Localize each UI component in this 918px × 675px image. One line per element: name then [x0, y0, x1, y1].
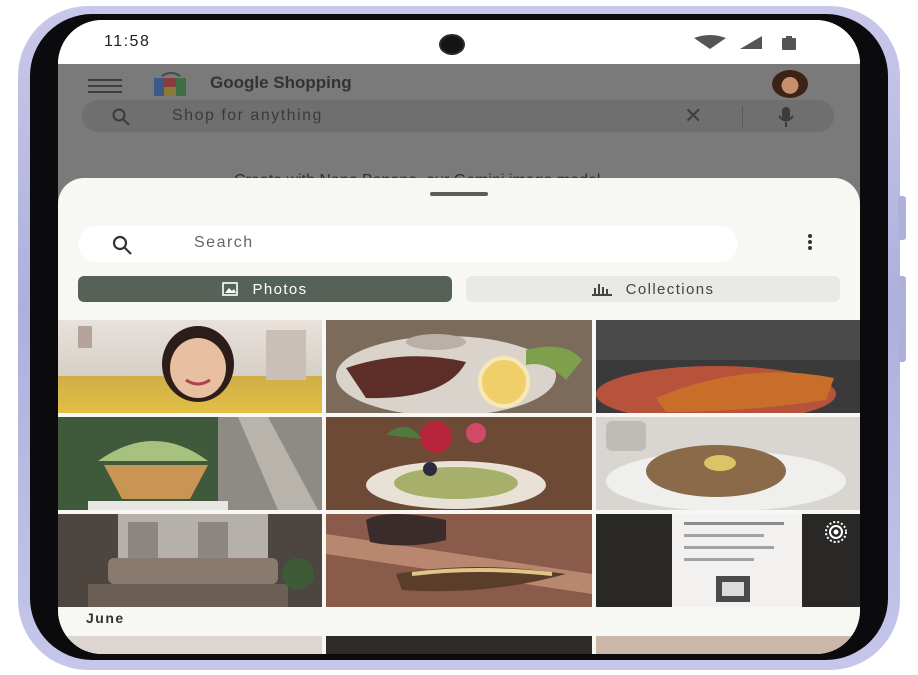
- search-icon: [112, 108, 130, 126]
- corn-image: [596, 320, 860, 413]
- living-room-image: [88, 514, 314, 607]
- live-photo-icon: [825, 521, 847, 543]
- phone-side-button: [898, 276, 906, 362]
- photo-icon: [222, 282, 239, 296]
- bagel-image: [606, 421, 846, 510]
- google-shopping-logo-icon: [154, 72, 186, 96]
- tab-collections-label: Collections: [625, 280, 715, 298]
- shop-search-bar[interactable]: Shop for anything ✕: [82, 100, 834, 132]
- photo-search-bar[interactable]: Search: [78, 226, 738, 262]
- tab-collections[interactable]: Collections: [466, 276, 840, 302]
- collections-icon: [591, 284, 612, 296]
- status-bar: 11:58: [58, 20, 860, 64]
- photo-thumbnail-partial[interactable]: [58, 636, 322, 654]
- salad-image: [366, 421, 546, 509]
- photo-thumbnail-partial[interactable]: [326, 636, 592, 654]
- photo-thumbnail-corn[interactable]: [596, 320, 860, 413]
- app-title: Google Shopping: [210, 73, 352, 92]
- shop-search-input[interactable]: Shop for anything: [172, 107, 323, 125]
- hamburger-menu-icon[interactable]: [88, 79, 122, 93]
- status-time: 11:58: [104, 33, 151, 50]
- front-camera: [439, 34, 465, 55]
- receipt-image: [672, 514, 802, 607]
- phone-side-button: [898, 196, 906, 240]
- photo-thumbnail-bagel[interactable]: [596, 417, 860, 510]
- photo-thumbnail-living-room[interactable]: [58, 514, 322, 607]
- selfie-image: [78, 326, 306, 402]
- photo-thumbnail-partial[interactable]: [596, 636, 860, 654]
- ice-cream-image: [88, 417, 322, 510]
- clear-icon[interactable]: ✕: [684, 105, 702, 127]
- phone-screen: 11:58 Google Shopping Shop for anything …: [58, 20, 860, 654]
- drag-handle[interactable]: [430, 192, 488, 196]
- photo-picker-sheet: Search Photos Collections June: [58, 178, 860, 654]
- more-options-icon[interactable]: [802, 234, 818, 258]
- grilled-bread-image: [326, 514, 592, 607]
- photo-thumbnail-receipt[interactable]: [596, 514, 860, 607]
- microphone-icon[interactable]: [778, 106, 794, 128]
- section-label-june: June: [86, 610, 125, 626]
- search-icon: [112, 235, 132, 255]
- photo-thumbnail-grilled-bread[interactable]: [326, 514, 592, 607]
- photo-thumbnail-matcha-ice-cream[interactable]: [58, 417, 322, 510]
- account-avatar[interactable]: [772, 70, 808, 98]
- search-divider: [742, 106, 743, 128]
- photo-search-input[interactable]: Search: [194, 234, 254, 252]
- photo-thumbnail-steak[interactable]: [326, 320, 592, 413]
- photo-thumbnail-salad[interactable]: [326, 417, 592, 510]
- wifi-icon: [694, 35, 726, 49]
- photo-thumbnail-selfie[interactable]: [58, 320, 322, 413]
- tab-photos[interactable]: Photos: [78, 276, 452, 302]
- status-icons: [694, 35, 796, 50]
- signal-icon: [740, 36, 762, 49]
- tab-photos-label: Photos: [252, 280, 308, 298]
- steak-image: [326, 320, 592, 413]
- battery-icon: [782, 38, 796, 50]
